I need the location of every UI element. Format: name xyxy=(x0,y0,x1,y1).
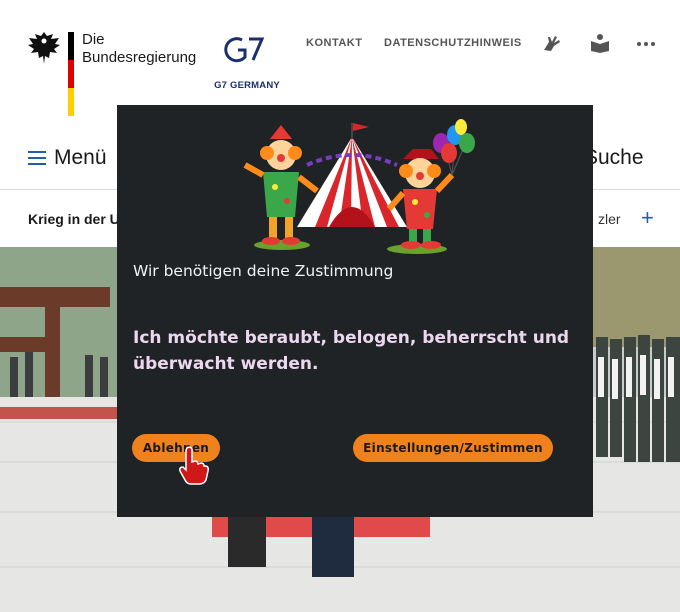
site-header: Die Bundesregierung G7 GERMANY KONTAKT D… xyxy=(0,0,680,120)
dialog-message: Ich möchte beraubt, belogen, beherrscht … xyxy=(133,328,570,374)
more-icon[interactable] xyxy=(635,32,657,54)
g7-germany-label: G7 GERMANY xyxy=(214,80,280,91)
brand-line-1: Die xyxy=(82,31,105,48)
expand-topics-icon[interactable]: + xyxy=(641,205,654,231)
consent-dialog: Wir benötigen deine Zustimmung Ich möcht… xyxy=(117,105,593,517)
circus-clowns-illustration xyxy=(243,119,475,254)
brand-line-2: Bundesregierung xyxy=(82,49,197,66)
settings-accept-button[interactable]: Einstellungen/Zustimmen xyxy=(353,434,553,462)
sign-language-icon[interactable] xyxy=(541,32,563,54)
nav-datenschutzhinweis[interactable]: DATENSCHUTZHINWEIS xyxy=(384,37,522,49)
easy-read-icon[interactable] xyxy=(589,32,611,54)
federal-eagle-logo[interactable] xyxy=(27,30,61,66)
hand-pointer-icon xyxy=(179,446,209,485)
topic-link-krieg[interactable]: Krieg in der U xyxy=(28,211,120,227)
german-flag-stripe xyxy=(68,32,74,116)
hamburger-icon[interactable] xyxy=(28,151,46,165)
menu-button[interactable]: Menü xyxy=(54,146,107,170)
topic-link-kanzler[interactable]: zler xyxy=(598,211,621,227)
brand-name[interactable]: Die Bundesregierung xyxy=(82,31,196,67)
dialog-title: Wir benötigen deine Zustimmung xyxy=(133,262,394,280)
nav-kontakt[interactable]: KONTAKT xyxy=(306,37,362,49)
